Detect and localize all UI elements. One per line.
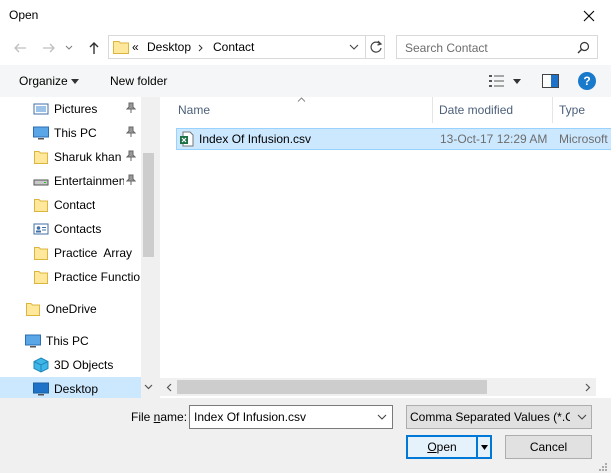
breadcrumb-contact[interactable]: Contact: [213, 40, 254, 54]
sidebar-scrollbar[interactable]: [141, 97, 156, 398]
desktop-icon: [33, 382, 49, 396]
sidebar-item-desktop[interactable]: Desktop: [0, 377, 141, 398]
arrow-up-icon: [89, 42, 99, 54]
organize-button[interactable]: Organize: [19, 74, 68, 88]
file-name-combobox[interactable]: Index Of Infusion.csv: [189, 405, 393, 429]
folder-icon: [34, 199, 48, 212]
horizontal-scrollbar[interactable]: [160, 378, 596, 396]
preview-pane-icon[interactable]: [542, 74, 559, 88]
sidebar-item-contacts[interactable]: Contacts: [0, 217, 141, 241]
folder-icon: [34, 247, 48, 260]
dropdown-arrow-icon[interactable]: [71, 79, 79, 84]
address-divider: [365, 36, 366, 58]
title-bar: [0, 0, 611, 31]
sort-ascending-icon: [297, 97, 306, 102]
search-placeholder: Search Contact: [405, 41, 488, 55]
pin-icon: [125, 150, 137, 165]
file-type-select[interactable]: Comma Separated Values (*.CS: [406, 405, 592, 429]
refresh-icon[interactable]: [369, 40, 383, 54]
cancel-button[interactable]: Cancel: [505, 435, 592, 459]
sidebar-scroll-thumb[interactable]: [143, 153, 154, 257]
resize-grip-icon[interactable]: [597, 461, 607, 471]
dropdown-arrow-icon[interactable]: [513, 79, 521, 84]
chevron-down-icon: [65, 45, 73, 50]
arrow-right-icon: [43, 43, 55, 53]
file-type-value: Comma Separated Values (*.CS: [410, 410, 570, 424]
new-folder-button[interactable]: New folder: [110, 74, 167, 88]
column-divider[interactable]: [432, 97, 433, 123]
search-icon[interactable]: [577, 41, 590, 54]
chevron-down-icon[interactable]: [377, 414, 387, 421]
file-name: Index Of Infusion.csv: [199, 132, 312, 146]
file-list: Name Date modified Type Index Of Infusio…: [160, 97, 611, 398]
help-icon[interactable]: ?: [578, 72, 596, 90]
cube-icon: [33, 357, 49, 373]
table-row[interactable]: Index Of Infusion.csv 13-Oct-17 12:29 AM…: [176, 128, 611, 150]
close-button[interactable]: [566, 0, 611, 31]
dialog-footer: File name: Index Of Infusion.csv Comma S…: [0, 398, 611, 473]
pictures-icon: [33, 103, 49, 115]
chevron-right-icon[interactable]: [198, 44, 204, 52]
address-bar[interactable]: « Desktop Contact: [108, 35, 385, 59]
folder-icon: [26, 303, 40, 316]
column-header-type[interactable]: Type: [559, 103, 585, 117]
file-type: Microsoft: [559, 132, 608, 146]
open-button[interactable]: Open: [406, 435, 478, 459]
chevron-down-icon[interactable]: [144, 384, 153, 390]
horizontal-scroll-thumb[interactable]: [177, 380, 487, 394]
sidebar-item-this-pc[interactable]: This PC: [0, 329, 141, 353]
excel-csv-icon: [180, 131, 194, 147]
file-name-input[interactable]: Index Of Infusion.csv: [194, 410, 306, 424]
chevron-down-icon[interactable]: [349, 44, 359, 51]
column-header-date-modified[interactable]: Date modified: [439, 103, 513, 117]
pin-icon: [125, 174, 137, 189]
contacts-icon: [33, 223, 49, 235]
navigation-pane: Pictures This PC Sharuk khan Entertainme…: [0, 97, 156, 398]
sidebar-item-sharuk-khan[interactable]: Sharuk khan: [0, 145, 141, 169]
sidebar-item-practice-functions[interactable]: Practice Functio: [0, 265, 141, 289]
computer-icon: [25, 334, 41, 348]
breadcrumb-overflow[interactable]: «: [132, 40, 139, 54]
sidebar-item-pictures[interactable]: Pictures: [0, 97, 141, 121]
chevron-right-icon[interactable]: [585, 383, 591, 392]
search-input[interactable]: Search Contact: [396, 35, 598, 59]
breadcrumb-desktop[interactable]: Desktop: [147, 40, 191, 54]
folder-icon: [113, 41, 129, 54]
recent-locations-button[interactable]: [63, 39, 75, 57]
pin-icon: [125, 102, 137, 117]
open-split-dropdown[interactable]: [477, 435, 492, 459]
column-header-name[interactable]: Name: [178, 103, 210, 117]
chevron-down-icon: [577, 414, 587, 420]
sidebar-item-onedrive[interactable]: OneDrive: [0, 297, 141, 321]
forward-button[interactable]: [40, 39, 58, 57]
up-button[interactable]: [85, 39, 103, 57]
open-button-label: Open: [427, 440, 457, 454]
dropdown-arrow-icon: [480, 444, 488, 450]
file-name-label: File name:: [131, 410, 188, 424]
view-details-icon[interactable]: [488, 74, 506, 88]
chevron-left-icon[interactable]: [166, 383, 172, 392]
column-divider[interactable]: [552, 97, 553, 123]
close-icon: [583, 10, 594, 21]
drive-icon: [33, 179, 49, 186]
command-bar: Organize New folder ?: [0, 65, 611, 97]
sidebar-item-entertainment[interactable]: Entertainmen: [0, 169, 141, 193]
back-button[interactable]: [11, 39, 29, 57]
folder-icon: [34, 151, 48, 164]
window-title: Open: [9, 8, 39, 22]
sidebar-item-3d-objects[interactable]: 3D Objects: [0, 353, 141, 377]
pin-icon: [125, 126, 137, 141]
sidebar-item-this-pc-pinned[interactable]: This PC: [0, 121, 141, 145]
computer-icon: [33, 126, 49, 140]
file-date: 13-Oct-17 12:29 AM: [440, 132, 548, 146]
arrow-left-icon: [14, 43, 26, 53]
folder-icon: [34, 271, 48, 284]
sidebar-item-contact[interactable]: Contact: [0, 193, 141, 217]
sidebar-item-practice-array[interactable]: Practice Array: [0, 241, 141, 265]
